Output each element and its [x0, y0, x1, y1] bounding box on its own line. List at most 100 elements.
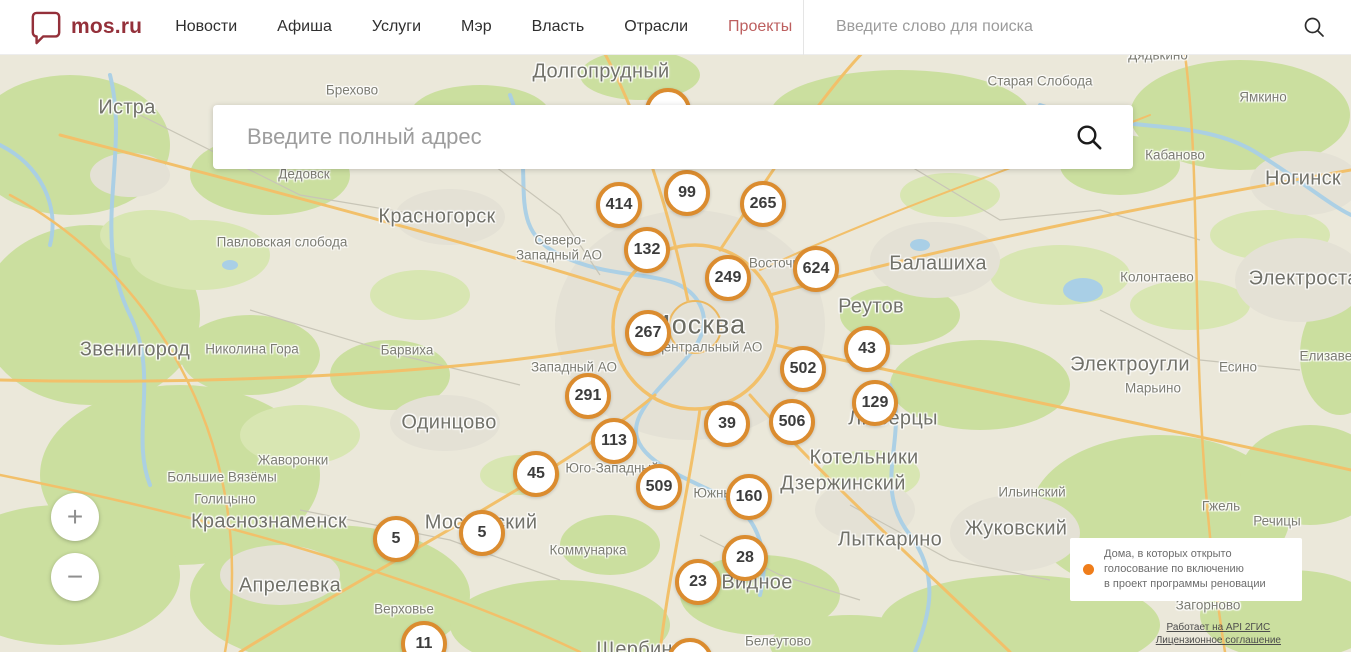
- cluster-marker[interactable]: 23: [675, 559, 721, 605]
- map-place-label: Верховье: [374, 601, 434, 617]
- map-place-label: Электросталь: [1248, 267, 1351, 290]
- cluster-marker[interactable]: 28: [722, 535, 768, 581]
- address-search-input[interactable]: [245, 123, 1076, 151]
- cluster-marker[interactable]: 265: [740, 181, 786, 227]
- map-place-label: Реутов: [838, 295, 904, 318]
- zoom-out-button[interactable]: −: [51, 553, 99, 601]
- map-place-label: Барвиха: [380, 342, 434, 358]
- cluster-marker[interactable]: 291: [565, 373, 611, 419]
- cluster-marker[interactable]: 624: [793, 246, 839, 292]
- cluster-count: 129: [861, 394, 889, 411]
- cluster-count: 291: [574, 387, 602, 404]
- map-attribution: Работает на API 2ГИС Лицензионное соглаш…: [1156, 621, 1281, 647]
- map-place-label: Елизаветино: [1299, 348, 1351, 364]
- cluster-marker[interactable]: 5: [459, 510, 505, 556]
- map-place-label: Электроугли: [1070, 353, 1190, 376]
- map-place-label: Апрелевка: [238, 574, 342, 597]
- map-place-label: Долгопрудный: [532, 60, 670, 83]
- speech-bubble-icon: [30, 10, 62, 45]
- cluster-count: 624: [802, 260, 830, 277]
- map-place-label: Северо-: [534, 232, 586, 248]
- nav-item-mayor[interactable]: Мэр: [461, 18, 492, 36]
- map-place-label: Котельники: [809, 446, 919, 469]
- api-2gis-link[interactable]: Работает на API 2ГИС: [1156, 621, 1281, 634]
- map-place-label: Есино: [1218, 359, 1258, 375]
- map-canvas[interactable]: Москва Истра Долгопрудный Красногорск Звениг…: [0, 55, 1351, 652]
- nav-item-news[interactable]: Новости: [175, 18, 237, 36]
- cluster-marker[interactable]: 132: [624, 227, 670, 273]
- search-icon[interactable]: [1303, 16, 1325, 38]
- cluster-count: 267: [634, 324, 662, 341]
- map-place-label: Голицыно: [194, 491, 256, 507]
- zoom-in-button[interactable]: +: [51, 493, 99, 541]
- cluster-count: 509: [645, 478, 673, 495]
- nav-item-authority[interactable]: Власть: [532, 18, 585, 36]
- search-icon[interactable]: [1076, 124, 1103, 151]
- nav-item-afisha[interactable]: Афиша: [277, 18, 332, 36]
- map-place-label: Красногорск: [378, 205, 496, 228]
- map-place-label: Павловская слобода: [216, 234, 348, 250]
- cluster-count: 265: [749, 195, 777, 212]
- cluster-marker[interactable]: 506: [769, 399, 815, 445]
- cluster-marker[interactable]: 43: [844, 326, 890, 372]
- map-place-label: Лыткарино: [837, 528, 943, 551]
- cluster-marker[interactable]: 267: [625, 310, 671, 356]
- cluster-count: 5: [391, 530, 401, 547]
- map-place-label: Ногинск: [1265, 167, 1341, 190]
- cluster-marker[interactable]: 113: [591, 418, 637, 464]
- cluster-marker[interactable]: 99: [664, 170, 710, 216]
- mos-ru-page: mos.ru Новости Афиша Услуги Мэр Власть О…: [0, 0, 1351, 652]
- map-place-label: Дзержинский: [780, 472, 906, 495]
- mos-ru-logo[interactable]: mos.ru: [30, 10, 142, 45]
- map-place-label: Западный АО: [515, 247, 603, 263]
- cluster-marker[interactable]: 502: [780, 346, 826, 392]
- site-search-input[interactable]: [834, 17, 1303, 37]
- cluster-count: 249: [714, 269, 742, 286]
- map-place-label: Одинцово: [401, 411, 497, 434]
- map-place-label: Речицы: [1253, 513, 1301, 529]
- cluster-marker[interactable]: 414: [596, 182, 642, 228]
- cluster-marker[interactable]: 160: [726, 474, 772, 520]
- map-place-label: Центральный АО: [653, 339, 763, 355]
- cluster-count: 132: [633, 241, 661, 258]
- license-agreement-link[interactable]: Лицензионное соглашение: [1156, 634, 1281, 647]
- legend-line: в проект программы реновации: [1104, 578, 1266, 590]
- cluster-count: 502: [789, 360, 817, 377]
- map-place-label: Кабаново: [1145, 147, 1205, 163]
- cluster-marker[interactable]: 45: [513, 451, 559, 497]
- nav-item-industries[interactable]: Отрасли: [624, 18, 688, 36]
- logo-text: mos.ru: [71, 15, 143, 38]
- cluster-count: 45: [527, 465, 545, 482]
- cluster-count: 11: [415, 635, 433, 652]
- nav-item-projects[interactable]: Проекты: [728, 18, 792, 36]
- cluster-count: 23: [689, 573, 707, 590]
- cluster-count: 28: [736, 549, 754, 566]
- map-place-label: Белеутово: [745, 633, 811, 649]
- cluster-count: 414: [605, 196, 633, 213]
- cluster-marker[interactable]: 39: [704, 401, 750, 447]
- cluster-count: 113: [601, 432, 627, 449]
- nav-item-services[interactable]: Услуги: [372, 18, 421, 36]
- map-place-label: Старая Слобода: [987, 73, 1093, 89]
- top-navigation-bar: mos.ru Новости Афиша Услуги Мэр Власть О…: [0, 0, 1351, 55]
- site-search: [803, 0, 1351, 55]
- cluster-count: 5: [477, 524, 487, 541]
- map-place-label: Краснознаменск: [190, 510, 348, 533]
- map-place-label: Коммунарка: [549, 542, 627, 558]
- legend-dot-icon: [1083, 564, 1094, 575]
- cluster-marker[interactable]: 509: [636, 464, 682, 510]
- map-place-label: Жаворонки: [257, 452, 329, 468]
- map-place-label: Брехово: [325, 82, 379, 98]
- cluster-marker[interactable]: 249: [705, 255, 751, 301]
- map-place-label: Марьино: [1125, 380, 1181, 396]
- legend-line: Дома, в которых открыто: [1104, 548, 1232, 560]
- map-place-label: Дядькино: [1128, 55, 1188, 63]
- map-place-label: Звенигород: [79, 338, 191, 361]
- cluster-count: 506: [778, 413, 806, 430]
- map-place-label: Ямкино: [1239, 89, 1287, 105]
- cluster-marker[interactable]: 5: [373, 516, 419, 562]
- cluster-marker[interactable]: 129: [852, 380, 898, 426]
- map-place-label: Ильинский: [998, 484, 1066, 500]
- cluster-count: 99: [678, 184, 696, 201]
- map-place-label: Истра: [98, 96, 156, 119]
